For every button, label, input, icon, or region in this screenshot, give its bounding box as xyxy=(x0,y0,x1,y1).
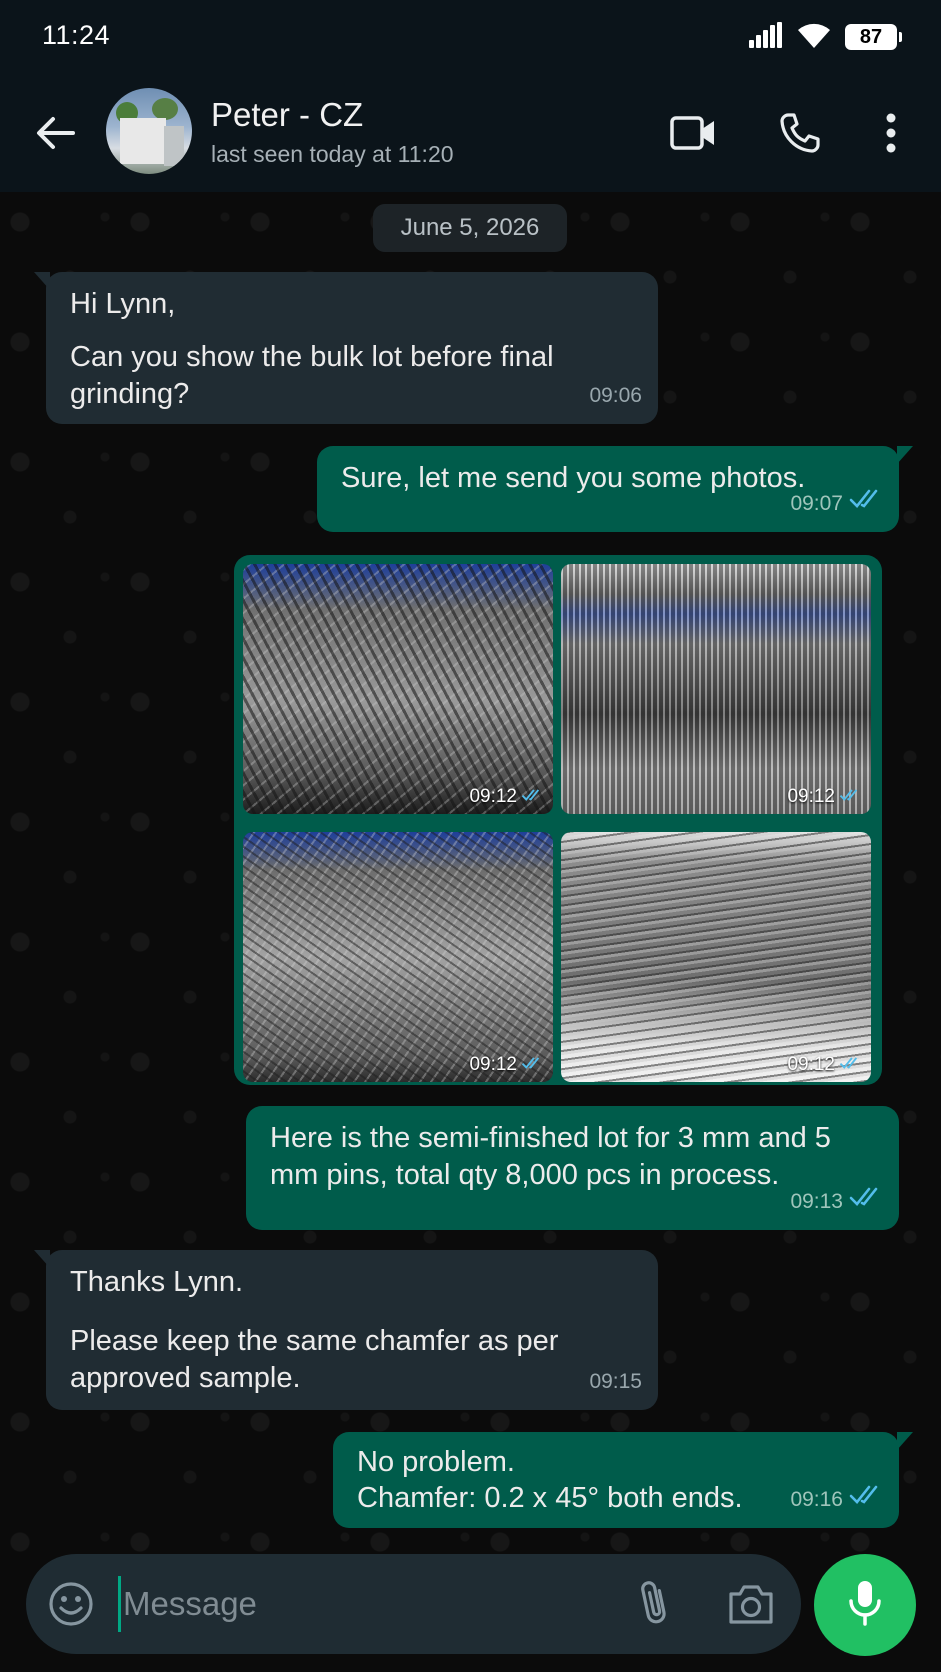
mic-icon xyxy=(847,1579,883,1632)
message-meta: 09:15 xyxy=(589,1363,642,1400)
battery-level: 87 xyxy=(859,25,883,48)
message-input-container xyxy=(26,1554,801,1654)
video-call-icon[interactable] xyxy=(664,104,722,162)
photo-thumbnail[interactable]: 09:12 xyxy=(243,832,553,1082)
read-receipt-icon xyxy=(521,1054,543,1076)
chat-header: Peter - CZ last seen today at 11:20 xyxy=(0,76,941,192)
message-time: 09:07 xyxy=(790,492,843,515)
read-receipt-icon xyxy=(521,786,543,808)
contact-avatar[interactable] xyxy=(106,88,192,174)
message-input[interactable] xyxy=(118,1576,618,1632)
message-text: Hi Lynn, xyxy=(70,288,176,320)
photo-meta: 09:12 xyxy=(787,786,861,808)
status-bar: 11:24 87 xyxy=(0,0,941,76)
date-divider: June 5, 2026 xyxy=(373,204,567,252)
photo-meta: 09:12 xyxy=(469,1054,543,1076)
message-time: 09:13 xyxy=(790,1190,843,1213)
message-time: 09:06 xyxy=(589,384,642,407)
status-icons: 87 xyxy=(749,20,902,54)
phone-icon[interactable] xyxy=(771,104,829,162)
message-text: Please keep the same chamfer as per appr… xyxy=(70,1325,559,1394)
camera-icon[interactable] xyxy=(726,1580,776,1628)
read-receipt-icon xyxy=(839,786,861,808)
photo-time: 09:12 xyxy=(469,786,517,807)
message-text: No problem. xyxy=(357,1446,515,1478)
message-time: 09:16 xyxy=(790,1488,843,1511)
signal-icon xyxy=(749,21,783,53)
message-meta: 09:07 xyxy=(790,485,883,522)
mic-button[interactable] xyxy=(814,1554,916,1656)
wifi-icon xyxy=(797,21,831,54)
last-seen-status: last seen today at 11:20 xyxy=(211,141,454,167)
photo-album: 09:12 09:12 09:12 09:12 xyxy=(234,555,882,1085)
message-composer xyxy=(0,1552,941,1672)
message-outgoing[interactable]: Sure, let me send you some photos. 09:07 xyxy=(317,446,913,532)
read-receipt-icon xyxy=(849,1482,883,1518)
photo-thumbnail[interactable]: 09:12 xyxy=(561,564,871,814)
photo-meta: 09:12 xyxy=(469,786,543,808)
chat-area[interactable]: June 5, 2026 Hi Lynn, Can you show the b… xyxy=(0,192,941,1552)
read-receipt-icon xyxy=(839,1054,861,1076)
message-text: Here is the semi-finished lot for 3 mm a… xyxy=(270,1122,831,1191)
photo-meta: 09:12 xyxy=(787,1054,861,1076)
message-text: Thanks Lynn. xyxy=(70,1266,244,1298)
message-time: 09:15 xyxy=(589,1370,642,1393)
photo-time: 09:12 xyxy=(787,1054,835,1075)
message-incoming[interactable]: Hi Lynn, Can you show the bulk lot befor… xyxy=(34,272,658,424)
message-meta: 09:06 xyxy=(589,377,642,414)
photo-time: 09:12 xyxy=(787,786,835,807)
photo-thumbnail[interactable]: 09:12 xyxy=(243,564,553,814)
message-meta: 09:16 xyxy=(790,1482,883,1518)
photo-thumbnail[interactable]: 09:12 xyxy=(561,832,871,1082)
message-outgoing[interactable]: No problem. Chamfer: 0.2 x 45° both ends… xyxy=(333,1432,913,1528)
message-outgoing[interactable]: Here is the semi-finished lot for 3 mm a… xyxy=(246,1106,899,1230)
read-receipt-icon xyxy=(849,1183,883,1220)
more-options-icon[interactable] xyxy=(862,104,920,162)
attach-icon[interactable] xyxy=(634,1578,674,1630)
message-incoming[interactable]: Thanks Lynn. Please keep the same chamfe… xyxy=(34,1250,658,1410)
battery-icon: 87 xyxy=(845,24,902,50)
status-time: 11:24 xyxy=(42,20,111,50)
read-receipt-icon xyxy=(849,485,883,522)
message-meta: 09:13 xyxy=(790,1183,883,1220)
back-arrow-icon[interactable] xyxy=(32,110,78,156)
photo-time: 09:12 xyxy=(469,1054,517,1075)
contact-name[interactable]: Peter - CZ xyxy=(211,96,363,134)
emoji-icon[interactable] xyxy=(48,1581,94,1627)
message-text: Can you show the bulk lot before final g… xyxy=(70,341,554,410)
